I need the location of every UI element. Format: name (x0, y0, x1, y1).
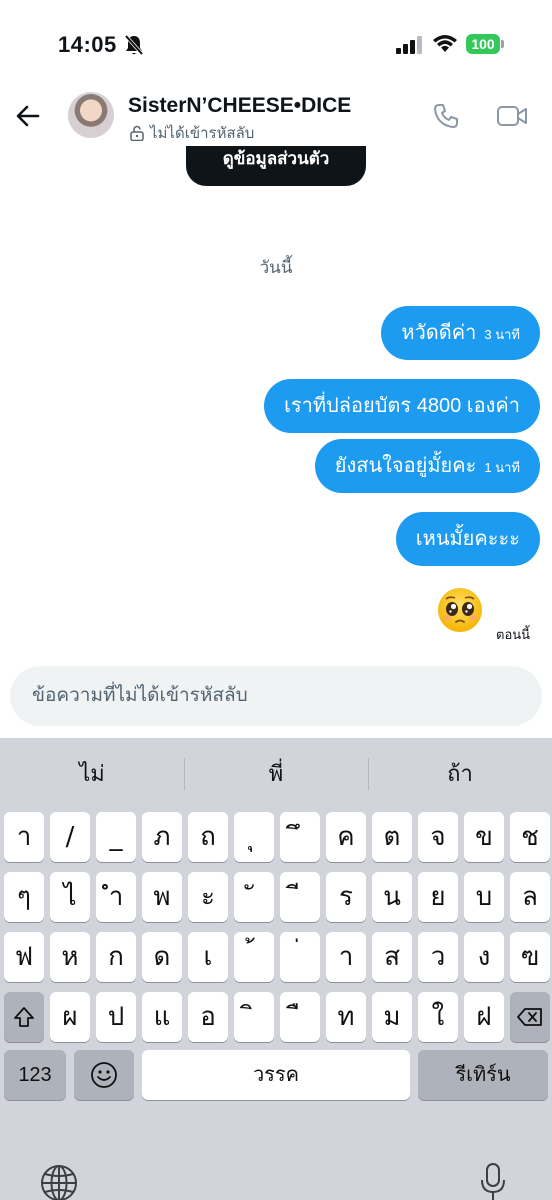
key[interactable]: ว (418, 932, 458, 982)
key[interactable]: า (326, 932, 366, 982)
key[interactable]: ง (464, 932, 504, 982)
key[interactable]: ช (510, 812, 550, 862)
suggestion-bar: ไม่ พี่ ถ้า (0, 738, 552, 810)
key[interactable]: ด (142, 932, 182, 982)
view-profile-button[interactable]: ดูข้อมูลส่วนตัว (186, 146, 366, 186)
keyboard: ไม่ พี่ ถ้า า / _ ภ ถ ุ ึ ค ต จ ข ช ๆ ไ … (0, 738, 552, 1200)
numbers-key[interactable]: 123 (4, 1050, 66, 1100)
key[interactable]: _ (96, 812, 136, 862)
now-timestamp: ตอนนี้ (496, 627, 531, 642)
video-call-icon[interactable] (496, 104, 528, 128)
phone-icon[interactable] (432, 102, 460, 130)
battery-icon: 100 (466, 34, 504, 54)
key[interactable]: ะ (188, 872, 228, 922)
contact-avatar[interactable] (68, 92, 114, 138)
key[interactable]: ฃ (510, 932, 550, 982)
key[interactable]: ึ (280, 812, 320, 862)
key[interactable]: จ (418, 812, 458, 862)
key[interactable]: ส (372, 932, 412, 982)
key[interactable]: บ (464, 872, 504, 922)
key[interactable]: า (4, 812, 44, 862)
message-text: เหนมั้ยคะะะ (415, 528, 520, 550)
key[interactable]: ก (96, 932, 136, 982)
back-arrow-icon[interactable] (14, 102, 42, 130)
message-time: 3 นาที (484, 327, 520, 342)
encryption-status: ไม่ได้เข้ารหัสลับ (130, 121, 254, 145)
message-input[interactable]: ข้อความที่ไม่ได้เข้ารหัสลับ (32, 666, 248, 726)
shift-icon (14, 1007, 34, 1027)
pleading-face-emoji[interactable] (436, 586, 484, 634)
message-text: เราที่ปล่อยบัตร 4800 เองค่า (284, 395, 520, 417)
key[interactable]: ถ (188, 812, 228, 862)
key[interactable]: ห (50, 932, 90, 982)
key[interactable]: ุ (234, 812, 274, 862)
suggestion-item[interactable]: พี่ (184, 738, 368, 810)
message-composer[interactable]: ข้อความที่ไม่ได้เข้ารหัสลับ (10, 666, 542, 726)
key[interactable]: ข (464, 812, 504, 862)
key[interactable]: แ (142, 992, 182, 1042)
unlocked-icon (130, 125, 144, 141)
suggestion-item[interactable]: ไม่ (0, 738, 184, 810)
key[interactable]: ภ (142, 812, 182, 862)
contact-name[interactable]: SisterN’CHEESE•DICE (128, 94, 351, 118)
space-key[interactable]: วรรค (142, 1050, 410, 1100)
key[interactable]: ใ (418, 992, 458, 1042)
conversation-header: SisterN’CHEESE•DICE ไม่ได้เข้ารหัสลับ (0, 84, 552, 148)
status-bar: 14:05 100 (0, 0, 552, 90)
return-key[interactable]: รีเทิร์น (418, 1050, 548, 1100)
status-time: 14:05 (58, 32, 117, 57)
key[interactable]: ล (510, 872, 550, 922)
key[interactable]: ค (326, 812, 366, 862)
key[interactable]: ม (372, 992, 412, 1042)
key[interactable]: อ (188, 992, 228, 1042)
key[interactable]: เ (188, 932, 228, 982)
message-bubble[interactable]: หวัดดีค่า 3 นาที (381, 306, 540, 360)
message-text: หวัดดีค่า (401, 322, 477, 344)
battery-level: 100 (466, 34, 500, 54)
date-label: วันนี้ (259, 258, 293, 277)
key[interactable]: ำ (96, 872, 136, 922)
key[interactable]: ผ (50, 992, 90, 1042)
message-bubble[interactable]: เหนมั้ยคะะะ (395, 512, 540, 566)
wifi-icon (433, 35, 457, 52)
key[interactable]: ิ (234, 992, 274, 1042)
backspace-icon (517, 1008, 542, 1026)
key[interactable]: ฝ (464, 992, 504, 1042)
key[interactable]: ย (418, 872, 458, 922)
message-bubble[interactable]: เราที่ปล่อยบัตร 4800 เองค่า (264, 379, 540, 433)
key[interactable]: พ (142, 872, 182, 922)
emoji-key[interactable] (74, 1050, 134, 1100)
key[interactable]: ไ (50, 872, 90, 922)
key[interactable]: ต (372, 812, 412, 862)
encryption-label: ไม่ได้เข้ารหัสลับ (150, 125, 255, 142)
key[interactable]: / (50, 812, 90, 862)
key[interactable]: ื (280, 992, 320, 1042)
key[interactable]: ร (326, 872, 366, 922)
microphone-icon[interactable] (480, 1162, 506, 1200)
key[interactable]: น (372, 872, 412, 922)
key[interactable]: ่ (280, 932, 320, 982)
message-text: ยังสนใจอยู่มั้ยคะ (334, 455, 477, 477)
bell-off-icon (124, 34, 144, 56)
suggestion-item[interactable]: ถ้า (368, 738, 552, 810)
key[interactable]: ป (96, 992, 136, 1042)
key[interactable]: ท (326, 992, 366, 1042)
key[interactable]: ๆ (4, 872, 44, 922)
backspace-key[interactable] (510, 992, 550, 1042)
message-time: 1 นาที (484, 460, 520, 475)
emoji-icon (91, 1062, 117, 1088)
key[interactable]: ั (234, 872, 274, 922)
shift-key[interactable] (4, 992, 44, 1042)
key[interactable]: ี (280, 872, 320, 922)
key[interactable]: ้ (234, 932, 274, 982)
key[interactable]: ฟ (4, 932, 44, 982)
message-bubble[interactable]: ยังสนใจอยู่มั้ยคะ 1 นาที (314, 439, 540, 493)
signal-icon (396, 36, 422, 54)
globe-icon[interactable] (40, 1164, 78, 1200)
